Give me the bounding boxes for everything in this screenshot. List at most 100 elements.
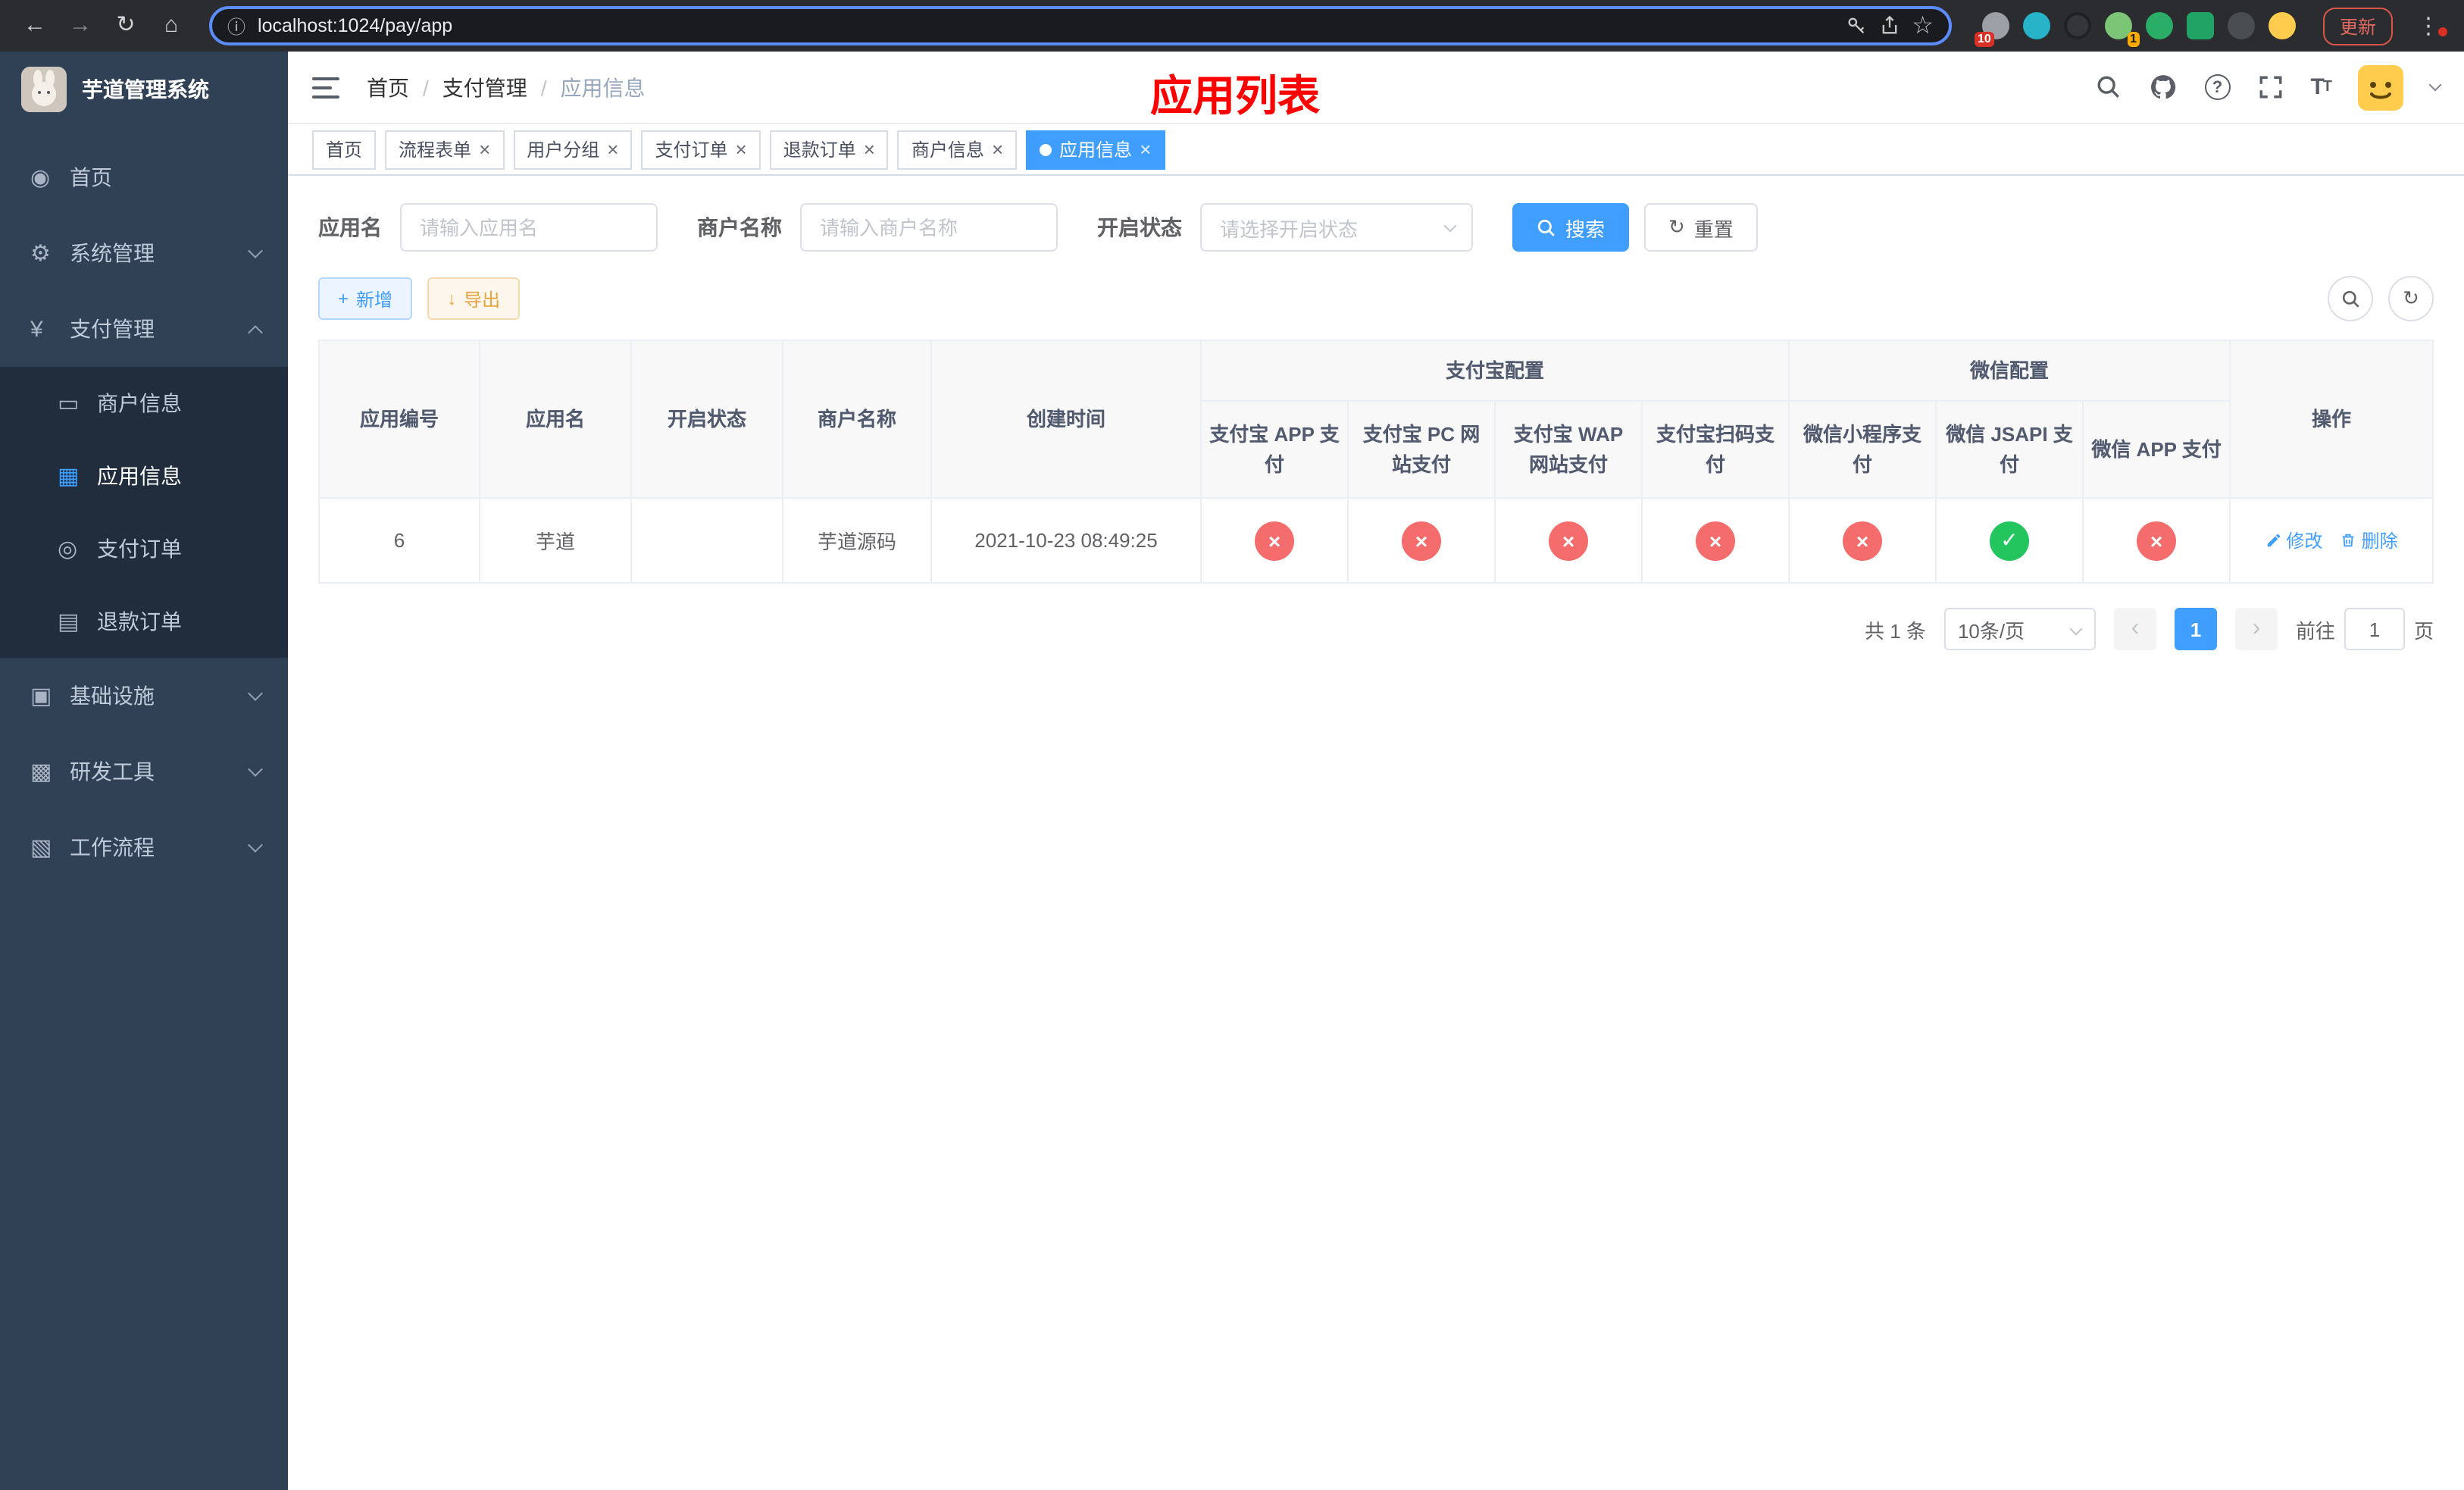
alipay-scan-status-icon: × — [1696, 521, 1735, 560]
sidebar-item-app-info[interactable]: ▦ 应用信息 — [0, 440, 288, 512]
breadcrumb-current: 应用信息 — [560, 75, 646, 99]
wx-mini-status-icon: × — [1843, 521, 1883, 560]
extension-icon-6[interactable] — [2186, 12, 2214, 39]
back-icon[interactable]: ← — [15, 0, 55, 52]
app-name-input[interactable] — [400, 203, 658, 252]
breadcrumb-payment[interactable]: 支付管理 — [442, 72, 527, 102]
current-page-button[interactable]: 1 — [2174, 608, 2217, 650]
close-icon[interactable]: × — [736, 139, 747, 159]
share-icon[interactable] — [1878, 15, 1900, 36]
page-size-select[interactable]: 10条/页 — [1943, 608, 2096, 650]
chevron-down-icon — [248, 243, 263, 258]
help-icon[interactable]: ? — [2204, 74, 2231, 100]
sidebar-item-pay-order[interactable]: ◎ 支付订单 — [0, 512, 288, 585]
toggle-search-button[interactable] — [2328, 276, 2373, 321]
app-name-label: 应用名 — [318, 215, 382, 239]
gear-icon: ⚙ — [30, 241, 51, 267]
breadcrumb-home[interactable]: 首页 — [367, 72, 409, 102]
wx-app-status-icon: × — [2137, 521, 2177, 560]
site-info-icon[interactable]: ⓘ — [227, 13, 245, 39]
sidebar-item-home[interactable]: ◉ 首页 — [0, 139, 288, 215]
sidebar-item-infrastructure[interactable]: ▣ 基础设施 — [0, 658, 288, 734]
total-count: 共 1 条 — [1865, 619, 1926, 642]
home-icon[interactable]: ⌂ — [152, 0, 191, 52]
next-page-button[interactable]: › — [2234, 608, 2278, 650]
app-logo[interactable]: 芋道管理系统 — [0, 52, 288, 127]
extension-icon-2[interactable] — [2022, 12, 2050, 39]
page-title: 应用列表 — [1149, 73, 1321, 120]
url-text: localhost:1024/pay/app — [258, 15, 453, 36]
bankcard-icon: ▭ — [58, 391, 80, 417]
search-button[interactable]: 搜索 — [1512, 203, 1630, 252]
add-button[interactable]: + 新增 — [318, 277, 413, 320]
extension-icon-4[interactable]: 1 — [2104, 12, 2140, 47]
tab-pay-order[interactable]: 支付订单 × — [641, 130, 761, 169]
github-icon[interactable] — [2148, 73, 2177, 102]
plus-icon: + — [338, 288, 349, 309]
sidebar-item-refund-order[interactable]: ▤ 退款订单 — [0, 585, 288, 658]
status-select[interactable]: 请选择开启状态 — [1200, 203, 1473, 252]
emoji-avatar-extension-icon[interactable] — [2268, 12, 2296, 39]
tab-user-group[interactable]: 用户分组 × — [513, 130, 633, 169]
tab-process-form[interactable]: 流程表单 × — [385, 130, 505, 169]
extension-icon-7[interactable] — [2227, 12, 2255, 39]
sidebar-menu: ◉ 首页 ⚙ 系统管理 ¥ 支付管理 ▭ 商户信息 ▦ 应用信息 ◎ 支付订单 … — [0, 127, 288, 885]
merchant-name-input[interactable] — [800, 203, 1058, 252]
col-alipay-app: 支付宝 APP 支付 — [1200, 400, 1349, 499]
refresh-table-button[interactable]: ↻ — [2388, 276, 2434, 321]
wechat-extension-icon[interactable] — [2145, 12, 2173, 39]
tab-app-info[interactable]: 应用信息 × — [1026, 130, 1165, 169]
font-size-icon[interactable]: TT — [2310, 74, 2332, 100]
close-icon[interactable]: × — [1140, 139, 1151, 159]
sidebar-collapse-icon[interactable] — [312, 77, 339, 98]
prev-page-button[interactable]: ‹ — [2113, 608, 2156, 650]
extension-icon-3[interactable] — [2063, 12, 2091, 39]
extension-badge: 1 — [2127, 32, 2140, 47]
app-title: 芋道管理系统 — [82, 77, 209, 102]
sidebar-item-dev-tools[interactable]: ▩ 研发工具 — [0, 734, 288, 809]
forward-icon[interactable]: → — [61, 0, 100, 52]
sidebar-item-payment[interactable]: ¥ 支付管理 — [0, 291, 288, 367]
close-icon[interactable]: × — [992, 139, 1003, 159]
export-button[interactable]: ↓ 导出 — [427, 277, 521, 320]
tools-icon: ▩ — [30, 759, 52, 785]
sidebar-item-workflow[interactable]: ▧ 工作流程 — [0, 809, 288, 885]
alipay-pc-status-icon: × — [1402, 521, 1441, 560]
address-bar[interactable]: ⓘ localhost:1024/pay/app ☆ — [209, 6, 1952, 45]
reset-button[interactable]: ↻ 重置 — [1644, 203, 1758, 252]
delete-button[interactable]: 删除 — [2340, 527, 2398, 553]
page-content: 应用名 商户名称 开启状态 请选择开启状态 搜索 ↻ 重置 — [288, 176, 2464, 1490]
page-unit-label: 页 — [2413, 619, 2434, 642]
chevron-down-icon — [248, 686, 263, 701]
chrome-update-button[interactable]: 更新 — [2322, 7, 2393, 45]
tabs-bar: 首页 流程表单 × 用户分组 × 支付订单 × 退款订单 × 商户信息 × 应用… — [288, 124, 2464, 176]
grid-icon: ▦ — [58, 464, 80, 490]
fullscreen-icon[interactable] — [2257, 74, 2283, 100]
close-icon[interactable]: × — [607, 139, 618, 159]
sidebar-item-system[interactable]: ⚙ 系统管理 — [0, 215, 288, 291]
browser-chrome: ← → ↻ ⌂ ⓘ localhost:1024/pay/app ☆ 10 1 — [0, 0, 2464, 52]
infrastructure-icon: ▣ — [30, 684, 52, 709]
cell-app-id: 6 — [318, 497, 480, 584]
tab-refund-order[interactable]: 退款订单 × — [769, 130, 889, 169]
sidebar: 芋道管理系统 ◉ 首页 ⚙ 系统管理 ¥ 支付管理 ▭ 商户信息 ▦ 应用信息 … — [0, 52, 288, 1490]
user-avatar[interactable] — [2358, 64, 2403, 110]
close-icon[interactable]: × — [864, 139, 875, 159]
chrome-menu-icon[interactable]: ⋮ — [2408, 12, 2449, 39]
edit-button[interactable]: 修改 — [2265, 527, 2322, 553]
reload-icon[interactable]: ↻ — [106, 0, 145, 52]
chevron-up-icon — [248, 324, 263, 340]
tab-merchant-info[interactable]: 商户信息 × — [897, 130, 1018, 169]
close-icon[interactable]: × — [479, 139, 490, 159]
col-group-wechat: 微信配置 — [1788, 340, 2231, 402]
search-icon[interactable] — [2095, 74, 2121, 100]
extension-icon-1[interactable]: 10 — [1974, 12, 2009, 47]
avatar-dropdown-icon[interactable] — [2428, 77, 2442, 91]
sidebar-item-merchant-info[interactable]: ▭ 商户信息 — [0, 367, 288, 440]
tab-home[interactable]: 首页 — [312, 130, 377, 169]
col-created: 创建时间 — [930, 340, 1202, 499]
bookmark-star-icon[interactable]: ☆ — [1912, 11, 1934, 41]
password-key-icon[interactable] — [1845, 15, 1866, 36]
workflow-icon: ▧ — [30, 835, 52, 861]
goto-page-input[interactable] — [2344, 608, 2405, 650]
